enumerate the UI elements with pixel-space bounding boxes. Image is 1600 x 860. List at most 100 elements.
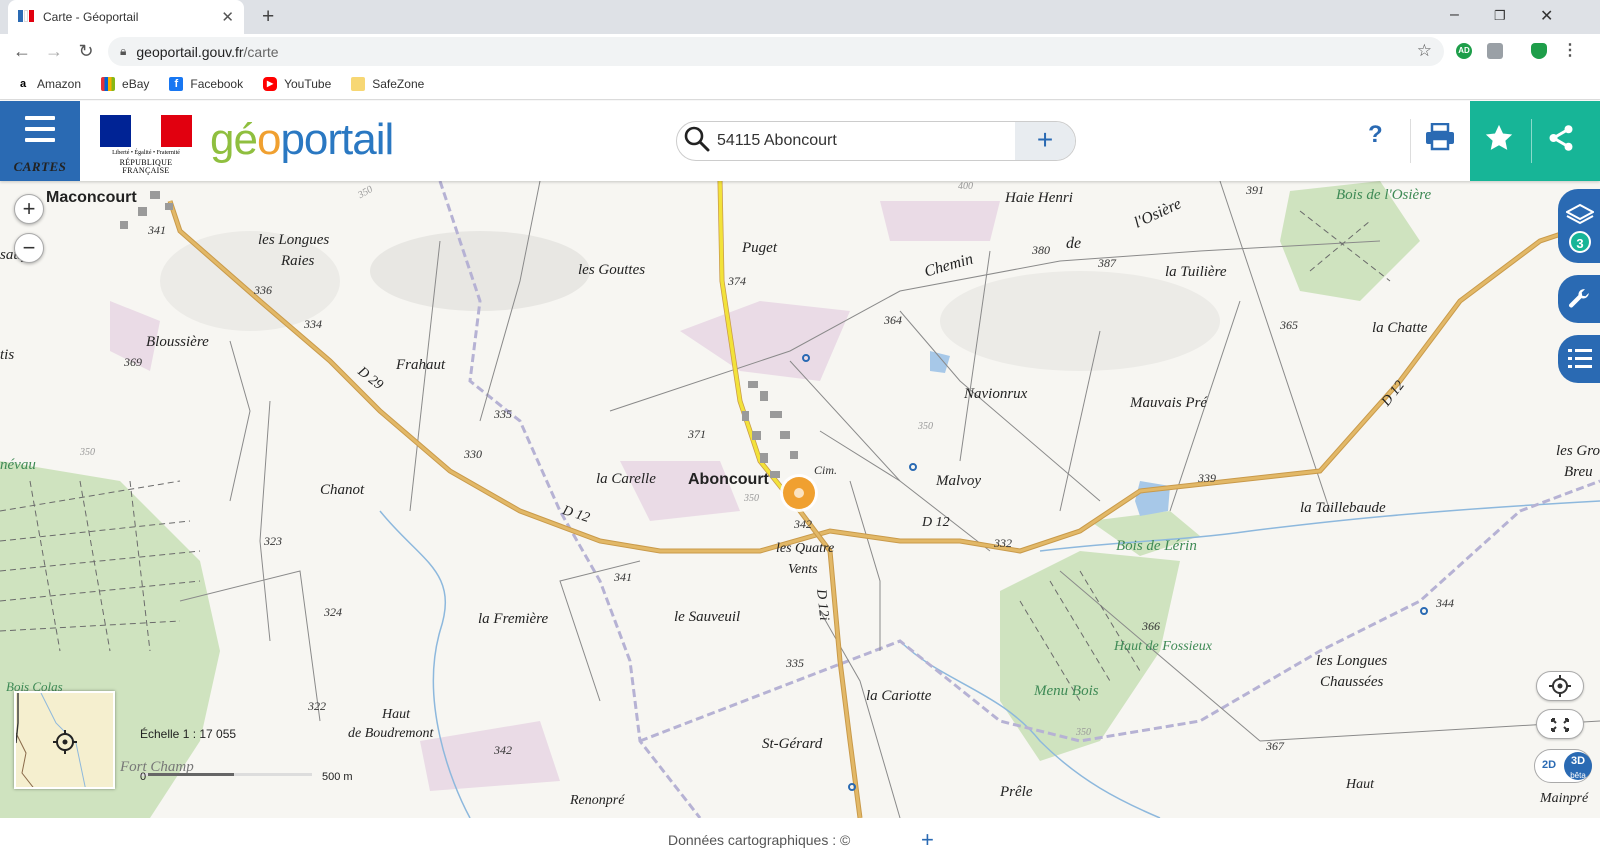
scale-end-label: 500 m	[322, 771, 353, 783]
amazon-icon: a	[19, 77, 27, 90]
new-tab-button[interactable]: +	[262, 5, 274, 29]
altitude-label: 341	[148, 223, 166, 237]
altitude-label: 350	[918, 421, 933, 432]
geoportail-favicon-icon	[18, 10, 34, 24]
map-canvas[interactable]: Maconcourt les Longues Raies les Gouttes…	[0, 181, 1600, 818]
altitude-label: 339	[1198, 471, 1216, 485]
map-tools-panel: 3	[1558, 189, 1600, 395]
map-label: les Gro	[1556, 443, 1600, 459]
map-label: Navionrux	[964, 386, 1028, 402]
browser-tab-strip: Carte - Géoportail ✕ + – ❐ ✕	[0, 0, 1600, 34]
altitude-label: 350	[80, 447, 95, 458]
zoom-out-button[interactable]: −	[14, 233, 44, 263]
reload-icon[interactable]: ↻	[70, 41, 102, 62]
url-field[interactable]: 🔒︎ geoportail.gouv.fr/carte ☆	[108, 37, 1444, 66]
altitude-label: 335	[494, 407, 512, 421]
altitude-label: 344	[1436, 596, 1454, 610]
map-label: Haut de Fossieux	[1114, 639, 1212, 654]
geolocate-button[interactable]	[1536, 671, 1584, 701]
browser-tab[interactable]: Carte - Géoportail ✕	[8, 0, 244, 34]
address-bar: ← → ↻ 🔒︎ geoportail.gouv.fr/carte ☆	[0, 34, 1600, 68]
field-patch	[680, 301, 850, 381]
search-add-button[interactable]: +	[1015, 122, 1075, 160]
share-icon[interactable]	[1546, 123, 1582, 159]
folder-icon	[351, 76, 366, 91]
map-label: Renonpré	[570, 793, 625, 808]
rf-motto: Liberté • Égalité • Fraternité	[112, 150, 180, 156]
view-2d-3d-toggle[interactable]: 2D 3D bêta	[1534, 749, 1592, 783]
map-label: la Chatte	[1372, 320, 1428, 336]
header-divider	[1531, 119, 1532, 163]
list-icon	[1568, 349, 1592, 368]
altitude-label: 380	[1032, 243, 1050, 257]
altitude-label: 336	[254, 283, 272, 297]
tools-button[interactable]	[1558, 275, 1600, 323]
hamburger-icon	[25, 116, 55, 149]
map-label: St-Gérard	[762, 736, 823, 752]
window-close-button[interactable]: ✕	[1540, 6, 1553, 26]
forward-arrow-icon[interactable]: →	[38, 41, 70, 62]
map-label: Chaussées	[1320, 674, 1384, 690]
map-label: la Taillebaude	[1300, 500, 1386, 516]
rf-name: RÉPUBLIQUE FRANÇAISE	[119, 158, 173, 175]
bookmark-amazon[interactable]: a Amazon	[16, 77, 81, 91]
road-label: D 12i	[813, 588, 832, 622]
fullscreen-button[interactable]	[1536, 709, 1584, 739]
search-input[interactable]	[717, 132, 1017, 150]
geoportail-logo[interactable]: géoportail	[210, 115, 394, 165]
map-label: le Sauveuil	[674, 609, 741, 625]
map-label: Puget	[742, 240, 777, 256]
altitude-label: 350	[744, 493, 759, 504]
altitude-label: 366	[1142, 619, 1160, 633]
overview-minimap[interactable]	[14, 691, 115, 789]
favorites-share-panel	[1470, 101, 1600, 181]
legend-button[interactable]	[1558, 335, 1600, 383]
map-label: Cim.	[814, 463, 838, 477]
bookmark-youtube[interactable]: ▶ YouTube	[263, 76, 331, 91]
map-label: Menu Bois	[1034, 683, 1099, 699]
bookmark-facebook[interactable]: f Facebook	[169, 76, 243, 91]
map-label: Raies	[281, 253, 315, 269]
chrome-menu-icon[interactable]: ⋮	[1562, 43, 1578, 59]
drive-icon[interactable]	[1487, 43, 1503, 59]
print-icon[interactable]	[1425, 122, 1457, 155]
layers-button[interactable]: 3	[1558, 189, 1600, 263]
fullscreen-icon	[1551, 718, 1569, 732]
bookmark-ebay[interactable]: eBay	[101, 76, 149, 91]
altitude-label: 332	[994, 536, 1012, 550]
map-label: Mainpré	[1540, 791, 1589, 806]
altitude-label: 324	[324, 605, 342, 619]
tab-close-icon[interactable]: ✕	[221, 8, 234, 26]
map-label: névau	[0, 457, 36, 473]
altitude-label: 342	[794, 517, 812, 531]
map-label: tis	[0, 347, 15, 363]
adblock-icon[interactable]: AD	[1456, 43, 1472, 59]
map-label: Haie Henri	[1005, 190, 1073, 206]
scale-start-label: 0	[140, 771, 147, 783]
map-label: Frahaut	[396, 357, 446, 373]
search-icon[interactable]	[677, 126, 717, 157]
altitude-label: 365	[1280, 318, 1298, 332]
map-label: Haut	[1346, 777, 1374, 792]
altitude-label: 334	[304, 317, 322, 331]
wrench-icon	[1569, 289, 1589, 308]
bookmark-star-icon[interactable]: ☆	[1417, 41, 1432, 61]
cartes-menu-button[interactable]: CARTES	[0, 101, 80, 181]
maximize-button[interactable]: ❐	[1494, 8, 1506, 24]
field-patch	[420, 721, 560, 791]
back-arrow-icon[interactable]: ←	[6, 41, 38, 62]
search-box: +	[676, 121, 1076, 161]
shield-ext-icon[interactable]	[1531, 43, 1547, 59]
map-label: Haut	[382, 707, 410, 722]
altitude-label: 322	[308, 699, 326, 713]
minimize-button[interactable]: –	[1450, 6, 1459, 24]
bookmark-safezone[interactable]: SafeZone	[351, 76, 424, 91]
youtube-icon: ▶	[263, 76, 278, 91]
altitude-label: 371	[688, 427, 706, 441]
help-button[interactable]: ?	[1368, 121, 1383, 149]
zoom-in-button[interactable]: +	[14, 194, 44, 224]
altitude-label: 387	[1098, 256, 1116, 270]
map-label: Breu	[1564, 464, 1593, 480]
favorites-star-icon[interactable]	[1484, 123, 1520, 159]
attribution-expand-button[interactable]: +	[921, 827, 934, 853]
